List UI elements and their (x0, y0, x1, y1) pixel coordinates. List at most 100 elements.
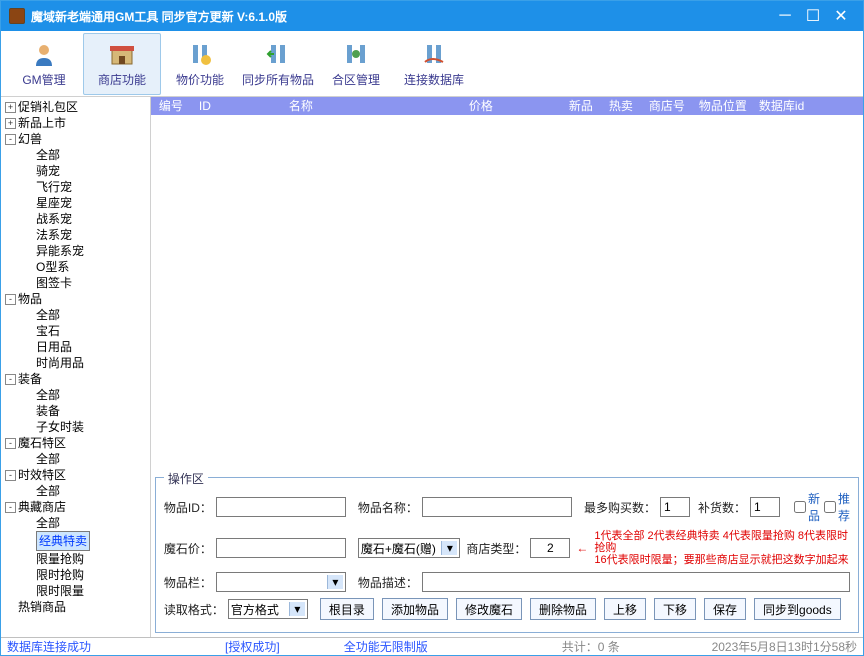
tree-node[interactable]: 全部 (21, 147, 148, 163)
tree-node[interactable]: O型系 (21, 259, 148, 275)
tree-node[interactable]: 全部 (21, 307, 148, 323)
restock-input[interactable] (750, 497, 780, 517)
tree-node[interactable]: 战系宠 (21, 211, 148, 227)
col-8[interactable]: 数据库id (755, 97, 835, 115)
tree-label[interactable]: 图签卡 (36, 275, 72, 291)
tree-label[interactable]: 法系宠 (36, 227, 72, 243)
tree-node[interactable]: 时尚用品 (21, 355, 148, 371)
tree-node[interactable]: 全部 (21, 483, 148, 499)
tree-label[interactable]: 装备 (18, 371, 42, 387)
max-buy-input[interactable] (660, 497, 690, 517)
tree-label[interactable]: 异能系宠 (36, 243, 84, 259)
recommend-checkbox[interactable]: 推荐 (824, 490, 850, 524)
tree-label[interactable]: 物品 (18, 291, 42, 307)
tree-label[interactable]: 全部 (36, 307, 60, 323)
table-body[interactable] (151, 115, 863, 473)
btn-保存[interactable]: 保存 (704, 598, 746, 620)
shop-type-input[interactable] (530, 538, 570, 558)
minimize-button[interactable]: ─ (771, 2, 799, 30)
tree-node[interactable]: 限时抢购 (21, 567, 148, 583)
tree-node[interactable]: 全部 (21, 515, 148, 531)
tree-label[interactable]: 时尚用品 (36, 355, 84, 371)
tree-node[interactable]: 经典特卖 (21, 531, 148, 551)
tree-node[interactable]: 全部 (21, 387, 148, 403)
toolbar-person[interactable]: GM管理 (5, 33, 83, 95)
tree-node[interactable]: 异能系宠 (21, 243, 148, 259)
tree-node[interactable]: 星座宠 (21, 195, 148, 211)
price-type-select[interactable]: 魔石+魔石(赠)▾ (358, 538, 460, 558)
tree-label[interactable]: 幻兽 (18, 131, 42, 147)
item-name-input[interactable] (422, 497, 572, 517)
tree-label[interactable]: 全部 (36, 451, 60, 467)
col-3[interactable]: 价格 (465, 97, 565, 115)
item-desc-input[interactable] (422, 572, 850, 592)
tree-node[interactable]: +新品上市 (3, 115, 148, 131)
col-7[interactable]: 物品位置 (695, 97, 755, 115)
tree-node[interactable]: -典藏商店 (3, 499, 148, 515)
tree-label[interactable]: 飞行宠 (36, 179, 72, 195)
tree-label[interactable]: 促销礼包区 (18, 99, 78, 115)
tree-node[interactable]: 限时限量 (21, 583, 148, 599)
col-5[interactable]: 热卖 (605, 97, 645, 115)
maximize-button[interactable]: ☐ (799, 2, 827, 30)
tree-node[interactable]: 骑宠 (21, 163, 148, 179)
tree-label[interactable]: 热销商品 (18, 599, 66, 615)
toolbar-shop[interactable]: 商店功能 (83, 33, 161, 95)
tree-label[interactable]: 子女时装 (36, 419, 84, 435)
tree-label[interactable]: 全部 (36, 515, 60, 531)
tree-node[interactable]: 宝石 (21, 323, 148, 339)
tree-label[interactable]: 魔石特区 (18, 435, 66, 451)
tree-label[interactable]: 全部 (36, 387, 60, 403)
category-tree[interactable]: +促销礼包区+新品上市-幻兽全部骑宠飞行宠星座宠战系宠法系宠异能系宠O型系图签卡… (1, 97, 151, 637)
tree-label[interactable]: 限时限量 (36, 583, 84, 599)
minus-icon[interactable]: - (5, 438, 16, 449)
item-id-input[interactable] (216, 497, 346, 517)
tree-node[interactable]: 热销商品 (3, 599, 148, 615)
new-checkbox[interactable]: 新品 (794, 490, 820, 524)
read-fmt-select[interactable]: 官方格式▾ (228, 599, 308, 619)
close-button[interactable]: ✕ (827, 2, 855, 30)
tree-label[interactable]: 宝石 (36, 323, 60, 339)
toolbar-price[interactable]: 物价功能 (161, 33, 239, 95)
col-2[interactable]: 名称 (285, 97, 465, 115)
tree-node[interactable]: 图签卡 (21, 275, 148, 291)
btn-添加物品[interactable]: 添加物品 (382, 598, 448, 620)
minus-icon[interactable]: - (5, 470, 16, 481)
plus-icon[interactable]: + (5, 118, 16, 129)
tree-node[interactable]: 飞行宠 (21, 179, 148, 195)
tree-label[interactable]: 全部 (36, 483, 60, 499)
tree-label[interactable]: 全部 (36, 147, 60, 163)
tree-node[interactable]: -装备 (3, 371, 148, 387)
tree-label[interactable]: 限量抢购 (36, 551, 84, 567)
minus-icon[interactable]: - (5, 294, 16, 305)
col-6[interactable]: 商店号 (645, 97, 695, 115)
tree-node[interactable]: +促销礼包区 (3, 99, 148, 115)
plus-icon[interactable]: + (5, 102, 16, 113)
minus-icon[interactable]: - (5, 134, 16, 145)
tree-node[interactable]: 装备 (21, 403, 148, 419)
col-0[interactable]: 编号 (155, 97, 195, 115)
tree-node[interactable]: -魔石特区 (3, 435, 148, 451)
btn-删除物品[interactable]: 删除物品 (530, 598, 596, 620)
tree-label[interactable]: 骑宠 (36, 163, 60, 179)
toolbar-sync[interactable]: 同步所有物品 (239, 33, 317, 95)
col-1[interactable]: ID (195, 97, 285, 115)
tree-node[interactable]: -物品 (3, 291, 148, 307)
tree-label[interactable]: 限时抢购 (36, 567, 84, 583)
btn-修改魔石[interactable]: 修改魔石 (456, 598, 522, 620)
tree-label[interactable]: 战系宠 (36, 211, 72, 227)
btn-同步到goods[interactable]: 同步到goods (754, 598, 841, 620)
btn-下移[interactable]: 下移 (654, 598, 696, 620)
toolbar-db[interactable]: 连接数据库 (395, 33, 473, 95)
tree-node[interactable]: 法系宠 (21, 227, 148, 243)
tree-node[interactable]: -时效特区 (3, 467, 148, 483)
btn-根目录[interactable]: 根目录 (320, 598, 374, 620)
tree-label[interactable]: 星座宠 (36, 195, 72, 211)
tree-label[interactable]: 经典特卖 (36, 531, 90, 551)
tree-node[interactable]: 子女时装 (21, 419, 148, 435)
minus-icon[interactable]: - (5, 502, 16, 513)
tree-node[interactable]: 全部 (21, 451, 148, 467)
tree-node[interactable]: 日用品 (21, 339, 148, 355)
tree-node[interactable]: -幻兽 (3, 131, 148, 147)
tree-label[interactable]: 日用品 (36, 339, 72, 355)
